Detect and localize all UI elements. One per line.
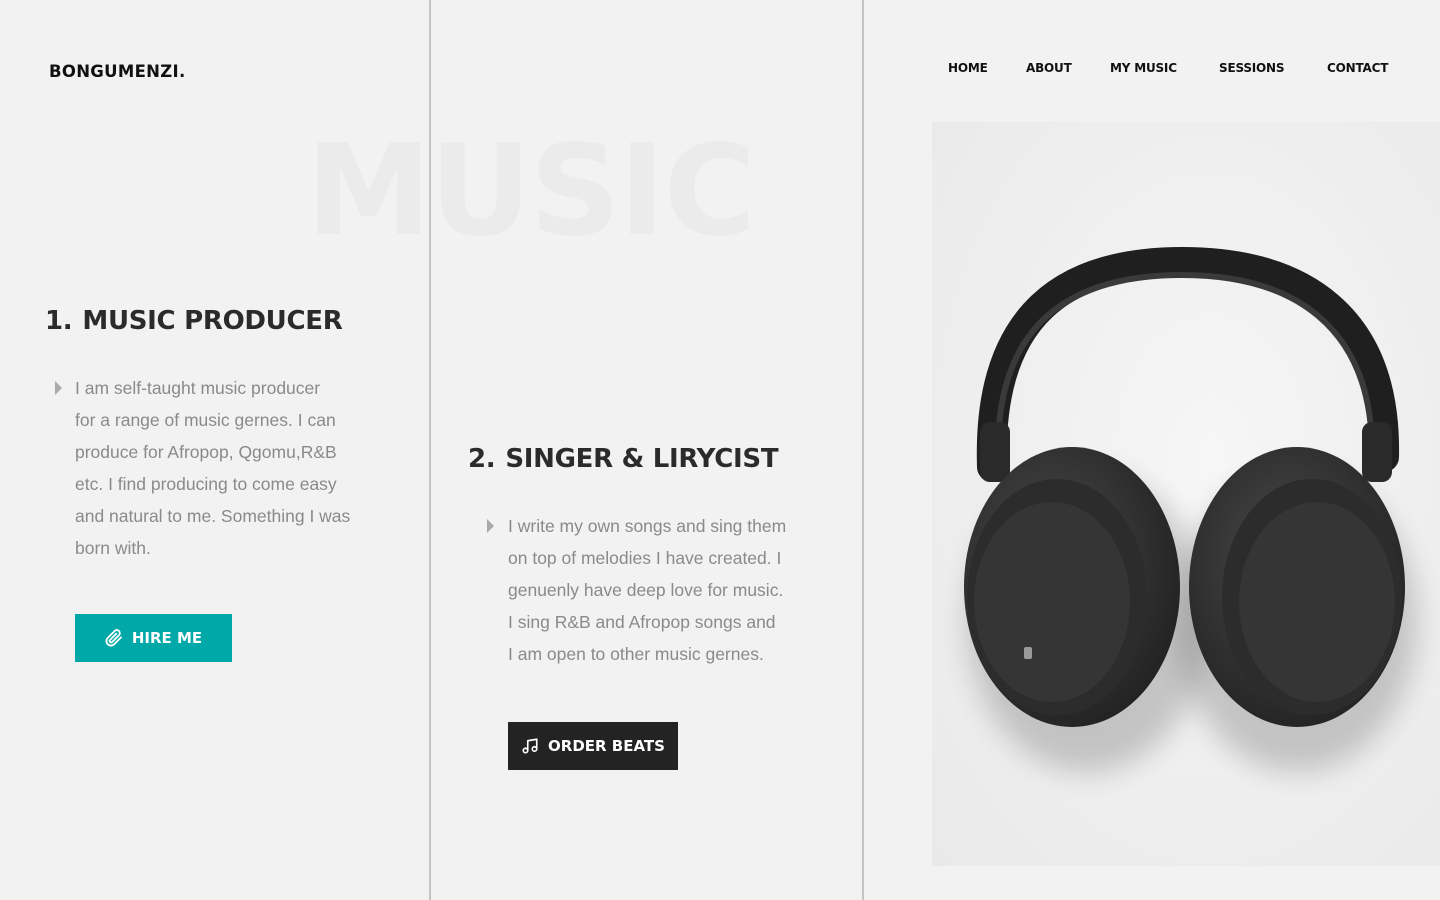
description-line: I am open to other music gernes. bbox=[508, 644, 764, 664]
site-logo[interactable]: BONGUMENZI. bbox=[49, 62, 186, 81]
section-description-singer: I write my own songs and sing them on to… bbox=[508, 510, 786, 670]
description-line: on top of melodies I have created. I bbox=[508, 548, 782, 568]
description-line: and natural to me. Something I was bbox=[75, 506, 351, 526]
caret-right-icon bbox=[487, 519, 494, 533]
nav-item-my-music[interactable]: MY MUSIC bbox=[1110, 61, 1177, 75]
section-number: 2. bbox=[468, 444, 496, 474]
description-line: I write my own songs and sing them bbox=[508, 516, 787, 536]
section-title: MUSIC PRODUCER bbox=[82, 306, 343, 336]
order-beats-button[interactable]: ORDER BEATS bbox=[508, 722, 678, 770]
paperclip-icon bbox=[105, 629, 122, 647]
description-line: produce for Afropop, Qgomu,R&B bbox=[75, 442, 337, 462]
nav-item-about[interactable]: ABOUT bbox=[1026, 61, 1072, 75]
headphones-image bbox=[932, 122, 1440, 866]
section-heading-producer: 1. MUSIC PRODUCER bbox=[45, 306, 343, 336]
nav-item-sessions[interactable]: SESSIONS bbox=[1219, 61, 1285, 75]
order-beats-label: ORDER BEATS bbox=[548, 737, 665, 755]
section-title: SINGER & LIRYCIST bbox=[505, 444, 779, 474]
section-heading-singer: 2. SINGER & LIRYCIST bbox=[468, 444, 779, 474]
music-note-icon bbox=[522, 738, 538, 754]
column-divider-right bbox=[862, 0, 864, 900]
section-description-producer: I am self-taught music producer for a ra… bbox=[75, 372, 350, 564]
hire-me-label: HIRE ME bbox=[131, 629, 203, 647]
background-watermark: MUSIC bbox=[306, 117, 756, 264]
caret-right-icon bbox=[55, 381, 62, 395]
hire-me-button[interactable]: HIRE ME bbox=[75, 614, 232, 662]
description-line: I sing R&B and Afropop songs and bbox=[508, 612, 776, 632]
headphones-illustration bbox=[964, 246, 1417, 772]
nav-item-home[interactable]: HOME bbox=[948, 61, 988, 75]
description-line: for a range of music gernes. I can bbox=[75, 410, 336, 430]
nav-item-contact[interactable]: CONTACT bbox=[1327, 61, 1388, 75]
description-line: I am self-taught music producer bbox=[75, 378, 321, 398]
section-number: 1. bbox=[45, 306, 73, 336]
description-line: etc. I find producing to come easy bbox=[75, 474, 337, 494]
description-line: born with. bbox=[75, 538, 151, 558]
description-line: genuenly have deep love for music. bbox=[508, 580, 784, 600]
